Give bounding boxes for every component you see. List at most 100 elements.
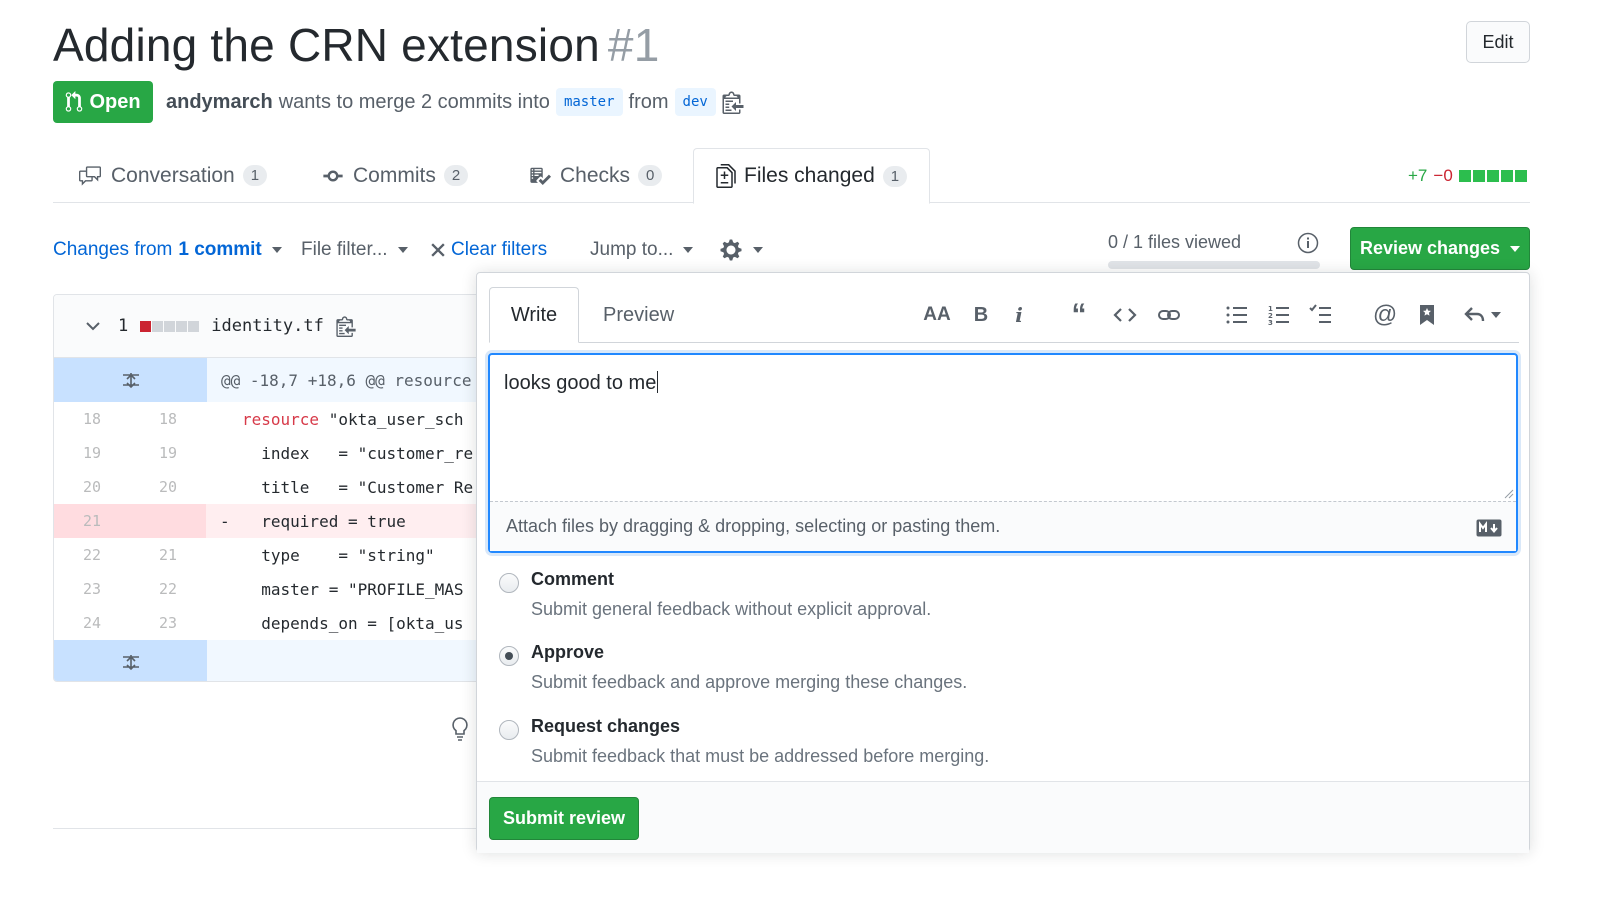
code-line: index = "customer_re (206, 444, 473, 463)
diff-settings-dropdown[interactable] (719, 233, 763, 267)
radio-button[interactable] (499, 646, 519, 666)
new-line-number[interactable] (130, 504, 206, 538)
comment-discussion-icon (79, 165, 101, 186)
review-changes-button[interactable]: Review changes (1350, 227, 1530, 270)
jump-to-dropdown[interactable]: Jump to... (590, 233, 694, 267)
unordered-list-icon[interactable] (1223, 301, 1251, 329)
diff-line: 19 19 index = "customer_re (54, 436, 492, 470)
changes-commit: 1 commit (178, 239, 262, 260)
code-text: index = "customer_re (242, 443, 474, 463)
clipboard-icon[interactable] (336, 315, 356, 337)
gear-icon (720, 239, 742, 261)
markdown-icon[interactable] (1476, 519, 1502, 537)
pr-title: Adding the CRN extension #1 (53, 18, 659, 72)
code-keyword: resource (242, 409, 320, 429)
expand-up-icon[interactable] (54, 358, 207, 402)
old-line-number[interactable]: 20 (54, 478, 130, 496)
code-line: master = "PROFILE_MAS (206, 580, 463, 599)
files-viewed-bar (1108, 261, 1320, 269)
diff-file-header: 1 identity.tf (54, 295, 492, 358)
pr-meta: andymarch wants to merge 2 commits into … (166, 88, 744, 116)
bookmark-icon[interactable] (1413, 301, 1441, 329)
caret-down-icon (1491, 312, 1501, 318)
old-line-number[interactable]: 24 (54, 614, 130, 632)
radio-button[interactable] (499, 720, 519, 740)
chevron-down-icon[interactable] (84, 319, 102, 333)
link-icon[interactable] (1155, 301, 1183, 329)
tab-label: Commits (353, 163, 436, 187)
code-line: - required = true (206, 512, 406, 531)
submit-review-button[interactable]: Submit review (489, 797, 639, 840)
diffstat: +7 −0 (1408, 166, 1527, 186)
head-branch[interactable]: dev (674, 88, 716, 116)
italic-icon[interactable]: i (1005, 301, 1033, 329)
info-icon[interactable] (1297, 232, 1319, 254)
changes-prefix: Changes from (53, 239, 173, 260)
diff-line: 23 22 master = "PROFILE_MAS (54, 572, 492, 606)
base-branch[interactable]: master (555, 88, 623, 116)
old-line-number[interactable]: 18 (54, 410, 130, 428)
old-line-number[interactable]: 23 (54, 580, 130, 598)
code-icon[interactable] (1111, 301, 1139, 329)
clear-filters-button[interactable]: Clear filters (431, 233, 547, 267)
diff-blocks (140, 320, 200, 332)
svg-text:3: 3 (1268, 319, 1273, 327)
changes-from-dropdown[interactable]: Changes from 1 commit (53, 233, 282, 267)
old-line-number[interactable]: 21 (54, 504, 130, 538)
checklist-icon (530, 167, 551, 185)
clipboard-icon[interactable] (722, 90, 744, 114)
files-viewed-progress: 0 / 1 files viewed (1108, 232, 1320, 269)
mention-icon[interactable]: @ (1371, 301, 1399, 329)
file-filter-dropdown[interactable]: File filter... (301, 233, 408, 267)
resize-handle-icon[interactable] (1502, 487, 1514, 499)
old-line-number[interactable]: 19 (54, 444, 130, 462)
deletions-count: −0 (1433, 166, 1453, 185)
author-link[interactable]: andymarch (166, 91, 273, 114)
tab-counter: 1 (242, 165, 268, 186)
expand-down-icon[interactable] (54, 640, 207, 681)
new-line-number[interactable]: 18 (130, 410, 206, 428)
new-line-number[interactable]: 23 (130, 614, 206, 632)
diff-filename[interactable]: identity.tf (211, 316, 324, 336)
caret-down-icon (397, 247, 408, 253)
tab-files-changed[interactable]: Files changed 1 (693, 148, 931, 204)
quote-icon[interactable]: “ (1065, 298, 1093, 331)
caret-down-icon (753, 247, 763, 253)
task-list-icon[interactable] (1307, 301, 1335, 329)
hunk-header: @@ -18,7 +18,6 @@ resource (54, 358, 492, 402)
from-text: from (628, 90, 669, 113)
tab-counter: 1 (882, 165, 908, 187)
attach-hint: Attach files by dragging & dropping, sel… (506, 516, 1001, 536)
write-tab[interactable]: Write (489, 287, 579, 343)
radio-button[interactable] (499, 573, 519, 593)
ordered-list-icon[interactable]: 123 (1265, 301, 1293, 329)
reply-icon[interactable] (1457, 301, 1507, 329)
divider (53, 828, 493, 829)
option-label: Request changes (531, 716, 681, 736)
new-line-number[interactable]: 21 (130, 546, 206, 564)
new-line-number[interactable]: 22 (130, 580, 206, 598)
code-text: required = true (242, 511, 406, 531)
preview-tab[interactable]: Preview (589, 287, 688, 343)
tab-conversation[interactable]: Conversation 1 (77, 148, 268, 203)
git-commit-icon (323, 170, 343, 181)
tab-commits[interactable]: Commits 2 (321, 148, 469, 203)
bold-icon[interactable]: B (967, 301, 995, 329)
tab-checks[interactable]: Checks 0 (528, 148, 663, 203)
attach-files-area[interactable]: Attach files by dragging & dropping, sel… (490, 501, 1516, 551)
option-label: Approve (531, 642, 605, 662)
new-line-number[interactable]: 20 (130, 478, 206, 496)
new-line-number[interactable]: 19 (130, 444, 206, 462)
git-pull-request-icon (66, 91, 83, 112)
diff-line: 18 18 resource "okta_user_sch (54, 402, 492, 436)
review-comment-textarea[interactable]: looks good to me Attach files by draggin… (488, 353, 1518, 553)
header-text-icon[interactable]: AA (923, 301, 951, 329)
code-text: title = "Customer Re (242, 477, 474, 497)
file-filter-label: File filter... (301, 239, 388, 260)
caret-down-icon (683, 247, 694, 253)
old-line-number[interactable]: 22 (54, 546, 130, 564)
diffstat-blocks (1458, 170, 1527, 182)
edit-button[interactable]: Edit (1466, 21, 1530, 63)
tab-divider (489, 342, 1519, 343)
pr-title-text: Adding the CRN extension (53, 19, 600, 71)
